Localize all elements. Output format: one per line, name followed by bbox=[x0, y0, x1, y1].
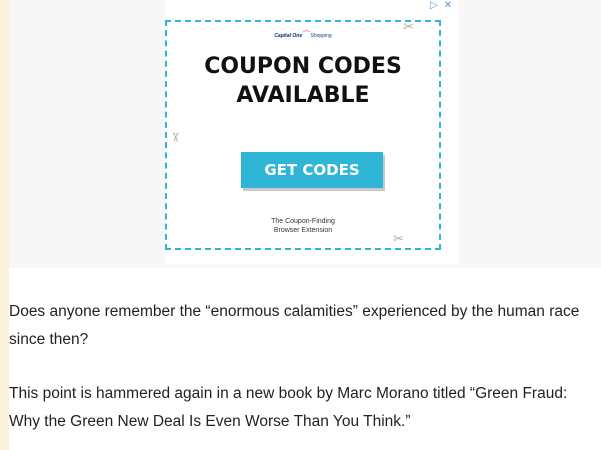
ad-footer: The Coupon-Finding Browser Extension bbox=[165, 217, 441, 235]
close-icon[interactable]: ✕ bbox=[442, 0, 454, 12]
scissors-icon: ✂ bbox=[166, 132, 182, 143]
ad-headline: COUPON CODES AVAILABLE bbox=[165, 52, 441, 110]
ad-headline-line-2: AVAILABLE bbox=[236, 83, 370, 108]
ad-footer-line-2: Browser Extension bbox=[273, 227, 333, 234]
adchoices-icon[interactable]: ▷ bbox=[428, 0, 440, 12]
ad-controls: ▷ ✕ bbox=[428, 0, 454, 14]
ad-logo: Capital One ⁀ Shopping bbox=[165, 31, 441, 39]
logo-brand-text: Capital One bbox=[274, 33, 303, 39]
article-paragraph: Does anyone remember the “enormous calam… bbox=[9, 303, 580, 348]
ad-headline-line-1: COUPON CODES bbox=[204, 54, 402, 79]
article-paragraph: This point is hammered again in a new bo… bbox=[9, 385, 568, 430]
logo-sub-text: Shopping bbox=[310, 33, 332, 39]
content-area: ▷ ✕ ✂ ✂ ✂ Capital One ⁀ Shopping COUPON … bbox=[9, 0, 601, 450]
ad-footer-line-1: The Coupon-Finding bbox=[271, 218, 335, 225]
ad-banner[interactable]: ▷ ✕ ✂ ✂ ✂ Capital One ⁀ Shopping COUPON … bbox=[165, 0, 458, 264]
logo-swoosh-icon: ⁀ bbox=[303, 32, 310, 39]
page: { "ad": { "logo_brand": "Capital One", "… bbox=[0, 0, 601, 450]
get-codes-button[interactable]: GET CODES bbox=[241, 152, 383, 188]
ad-area: ▷ ✕ ✂ ✂ ✂ Capital One ⁀ Shopping COUPON … bbox=[9, 0, 601, 268]
